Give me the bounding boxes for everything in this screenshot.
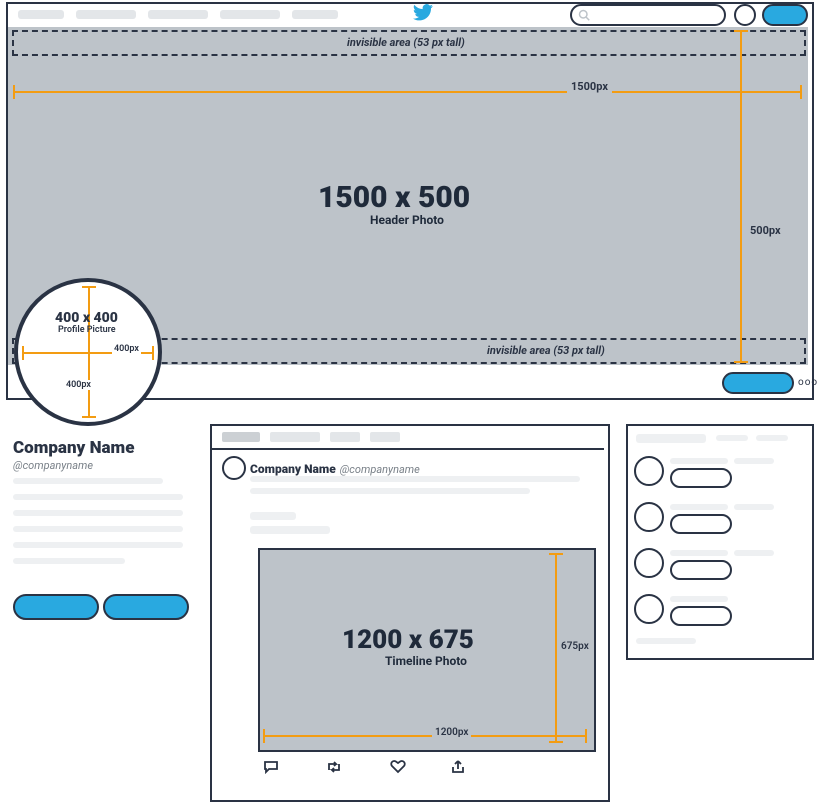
- user-avatar[interactable]: [734, 4, 756, 26]
- tweet-author: Company Name @companyname: [250, 458, 420, 477]
- nav-item[interactable]: [148, 10, 208, 19]
- follow-button[interactable]: [670, 606, 732, 626]
- placeholder-line: [250, 512, 296, 520]
- dim-tick: [585, 729, 587, 743]
- more-icon[interactable]: ooo: [798, 377, 818, 388]
- reply-icon[interactable]: [263, 760, 279, 774]
- tweet-author-name: Company Name: [250, 462, 336, 476]
- placeholder-line: [13, 494, 183, 500]
- tweet-author-handle: @companyname: [340, 463, 420, 476]
- placeholder-line: [250, 526, 330, 534]
- follow-button[interactable]: [670, 560, 732, 580]
- invisible-area-top-label: invisible area (53 px tall): [347, 36, 465, 49]
- action-button-2[interactable]: [103, 594, 189, 620]
- header-height-text: 500px: [750, 224, 781, 237]
- header-width-text: 1500px: [567, 80, 612, 93]
- dim-tick: [82, 416, 96, 418]
- placeholder-line: [636, 434, 706, 443]
- search-input[interactable]: [570, 4, 726, 26]
- retweet-icon[interactable]: [325, 760, 343, 774]
- header-dim-label: Header Photo: [370, 213, 444, 227]
- timeline-dim-label: Timeline Photo: [385, 654, 467, 668]
- placeholder-line: [13, 542, 183, 548]
- company-name: Company Name: [13, 438, 134, 458]
- placeholder-line: [670, 596, 728, 602]
- profile-dim-label: Profile Picture: [58, 325, 116, 335]
- placeholder-line: [250, 476, 580, 482]
- follow-button[interactable]: [722, 372, 794, 394]
- placeholder-line: [756, 435, 788, 441]
- action-button-1[interactable]: [13, 594, 99, 620]
- invisible-area-bottom-label: invisible area (53 px tall): [487, 344, 605, 357]
- placeholder-line: [13, 510, 183, 516]
- placeholder-line: [734, 550, 774, 556]
- suggestion-avatar[interactable]: [634, 548, 664, 578]
- timeline-dim-text: 1200 x 675: [342, 625, 474, 655]
- tweet-avatar[interactable]: [222, 456, 246, 480]
- profile-picture-area: 400 x 400 Profile Picture 400px 400px: [14, 278, 162, 426]
- profile-width-text: 400px: [112, 344, 141, 354]
- suggestion-avatar[interactable]: [634, 502, 664, 532]
- placeholder-line: [670, 458, 728, 464]
- tab[interactable]: [270, 432, 320, 442]
- like-icon[interactable]: [390, 760, 406, 774]
- dim-tick: [82, 286, 96, 288]
- profile-dim-text: 400 x 400: [55, 310, 118, 326]
- dim-tick: [800, 85, 802, 99]
- tab[interactable]: [370, 432, 400, 442]
- header-height-line: [740, 30, 742, 363]
- company-handle: @companyname: [13, 459, 134, 472]
- nav-item[interactable]: [220, 10, 280, 19]
- follow-button[interactable]: [670, 468, 732, 488]
- dim-tick: [152, 346, 154, 360]
- profile-height-line: [88, 286, 90, 418]
- placeholder-line: [734, 458, 774, 464]
- dim-tick: [734, 30, 748, 32]
- nav-item[interactable]: [76, 10, 136, 19]
- placeholder-line: [250, 488, 530, 494]
- header-width-line: [13, 91, 802, 93]
- tab[interactable]: [222, 432, 260, 442]
- placeholder-line: [13, 526, 183, 532]
- timeline-width-line: [263, 735, 587, 737]
- placeholder-line: [13, 478, 163, 484]
- dim-tick: [549, 741, 563, 743]
- nav-item[interactable]: [18, 10, 64, 19]
- placeholder-line: [13, 558, 125, 564]
- divider: [212, 448, 604, 450]
- tweet-button[interactable]: [762, 4, 808, 26]
- share-icon[interactable]: [450, 760, 466, 774]
- timeline-height-line: [555, 553, 557, 743]
- tab[interactable]: [330, 432, 360, 442]
- placeholder-line: [670, 550, 728, 556]
- timeline-height-text: 675px: [561, 641, 589, 652]
- suggestion-avatar[interactable]: [634, 456, 664, 486]
- dim-tick: [549, 553, 563, 555]
- follow-button[interactable]: [670, 514, 732, 534]
- nav-item[interactable]: [292, 10, 338, 19]
- dim-tick: [734, 361, 748, 363]
- dim-tick: [263, 729, 265, 743]
- dim-tick: [22, 346, 24, 360]
- profile-height-text: 400px: [64, 380, 93, 390]
- timeline-width-text: 1200px: [432, 727, 471, 738]
- twitter-bird-icon: [413, 4, 433, 25]
- dim-tick: [13, 85, 15, 99]
- placeholder-line: [716, 435, 748, 441]
- placeholder-line: [670, 504, 728, 510]
- placeholder-line: [734, 504, 774, 510]
- suggestion-avatar[interactable]: [634, 594, 664, 624]
- placeholder-line: [636, 638, 696, 644]
- header-dim-text: 1500 x 500: [318, 180, 470, 215]
